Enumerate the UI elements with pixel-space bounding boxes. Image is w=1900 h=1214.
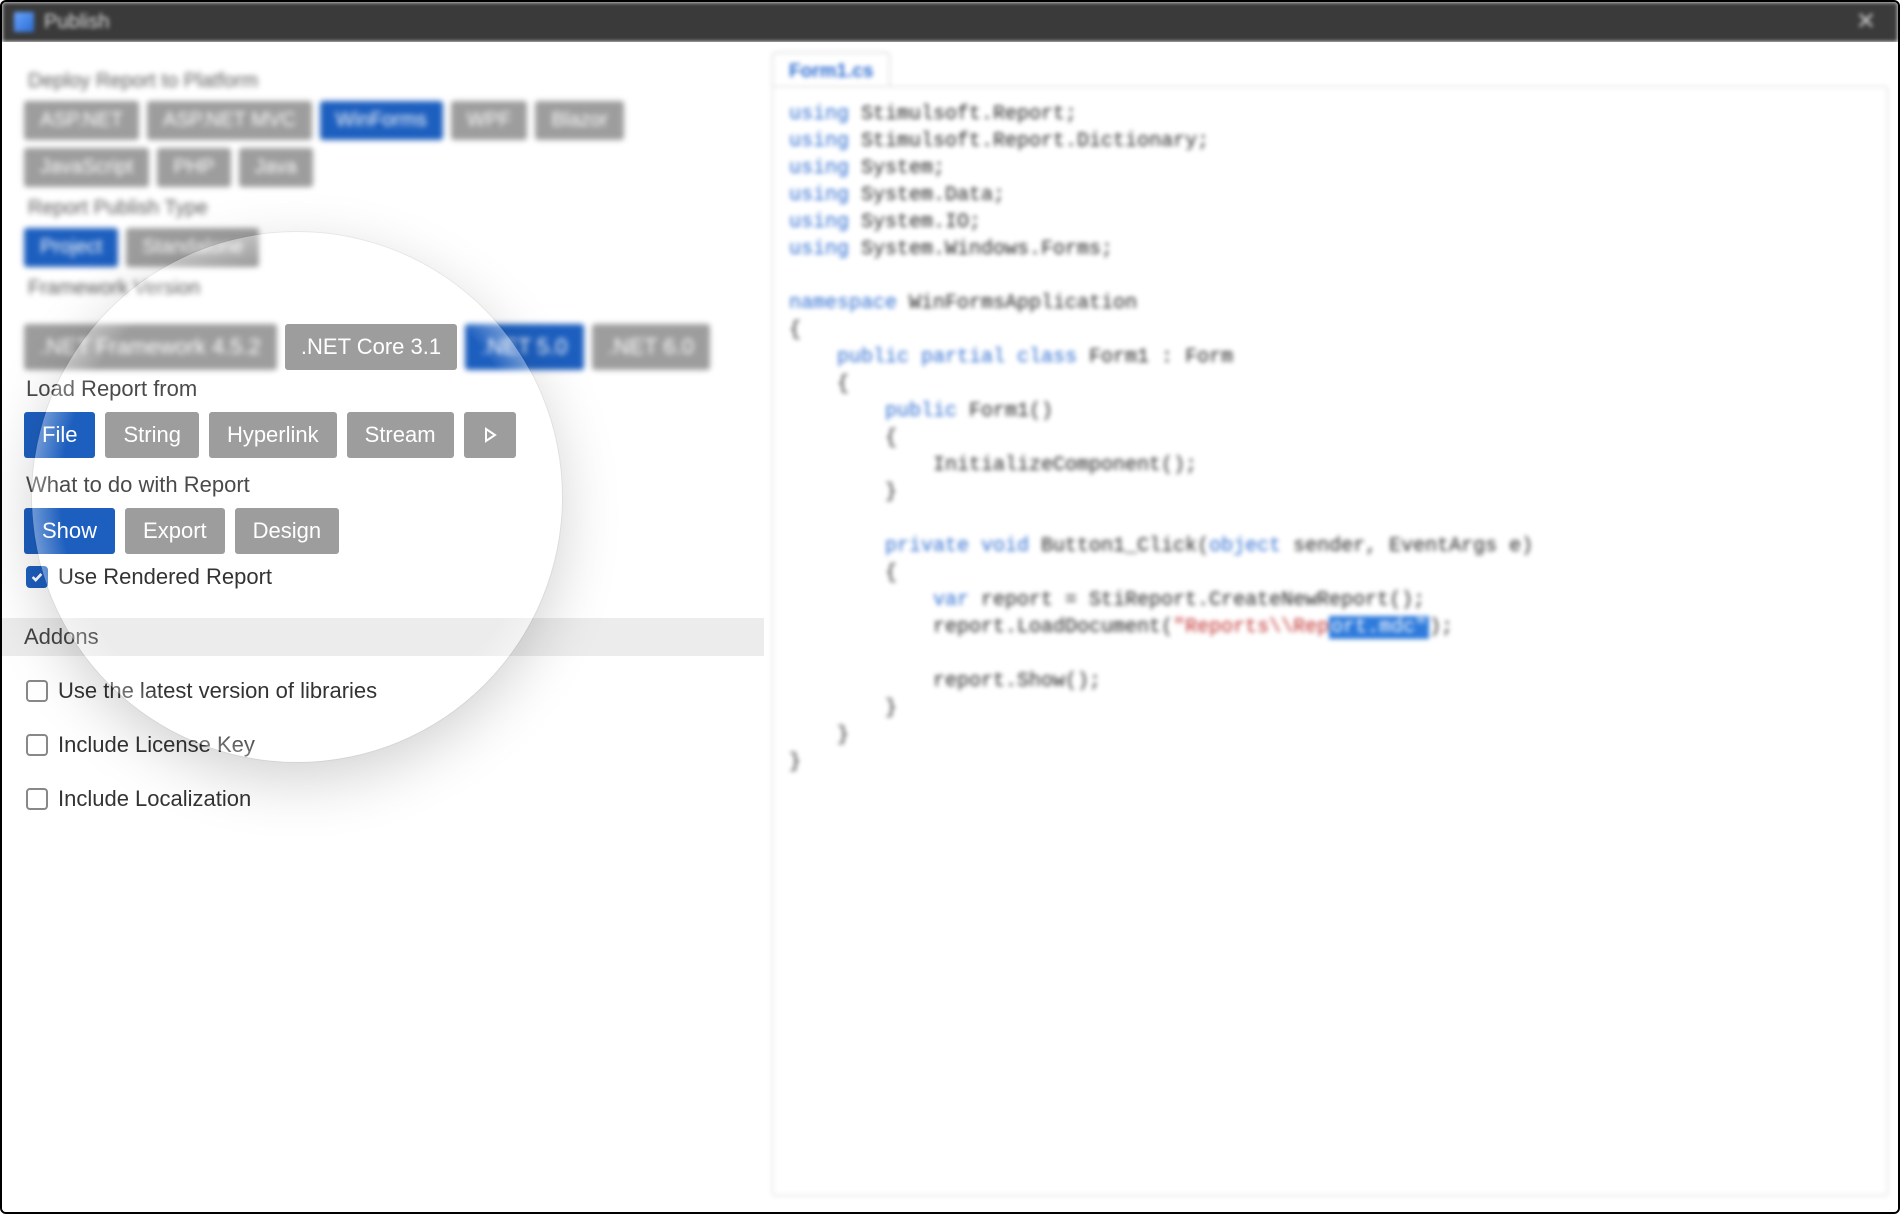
- load-play[interactable]: [464, 412, 516, 458]
- options-pane: Deploy Report to Platform ASP.NET ASP.NE…: [2, 42, 762, 1212]
- platform-aspnetmvc[interactable]: ASP.NET MVC: [147, 101, 312, 140]
- platform-blazor[interactable]: Blazor: [535, 101, 624, 140]
- load-label: Load Report from: [26, 376, 742, 402]
- load-string[interactable]: String: [105, 412, 198, 458]
- close-icon[interactable]: ✕: [1846, 6, 1886, 38]
- platform-aspnet[interactable]: ASP.NET: [24, 101, 139, 140]
- load-file[interactable]: File: [24, 412, 95, 458]
- platform-js[interactable]: JavaScript: [24, 148, 149, 187]
- load-stream[interactable]: Stream: [347, 412, 454, 458]
- platform-java[interactable]: Java: [239, 148, 313, 187]
- window-title: Publish: [44, 11, 110, 34]
- type-standalone[interactable]: Standalone: [126, 228, 259, 267]
- use-rendered-checkbox[interactable]: [26, 566, 48, 588]
- framework-label: Framework Version: [28, 277, 740, 300]
- action-design[interactable]: Design: [235, 508, 339, 554]
- type-project[interactable]: Project: [24, 228, 118, 267]
- use-rendered-label: Use Rendered Report: [58, 564, 272, 590]
- addon-license-checkbox[interactable]: [26, 734, 48, 756]
- addon-latest-checkbox[interactable]: [26, 680, 48, 702]
- deploy-label: Deploy Report to Platform: [28, 70, 740, 93]
- publish-dialog: Publish ✕ Deploy Report to Platform ASP.…: [0, 0, 1900, 1214]
- addon-localization-label: Include Localization: [58, 786, 251, 812]
- action-label: What to do with Report: [26, 472, 742, 498]
- addon-localization-checkbox[interactable]: [26, 788, 48, 810]
- code-pane: Form1.cs using Stimulsoft.Report; using …: [762, 42, 1898, 1212]
- platform-php[interactable]: PHP: [157, 148, 230, 187]
- action-show[interactable]: Show: [24, 508, 115, 554]
- titlebar: Publish ✕: [2, 2, 1898, 42]
- platform-wpf[interactable]: WPF: [451, 101, 527, 140]
- app-icon: [14, 12, 34, 32]
- load-hyperlink[interactable]: Hyperlink: [209, 412, 337, 458]
- action-export[interactable]: Export: [125, 508, 225, 554]
- code-editor[interactable]: using Stimulsoft.Report; using Stimulsof…: [772, 86, 1888, 1196]
- addon-license-label: Include License Key: [58, 732, 255, 758]
- type-label: Report Publish Type: [28, 197, 740, 220]
- addon-latest-label: Use the latest version of libraries: [58, 678, 377, 704]
- platform-winforms[interactable]: WinForms: [320, 101, 443, 140]
- addons-header: Addons: [2, 618, 764, 656]
